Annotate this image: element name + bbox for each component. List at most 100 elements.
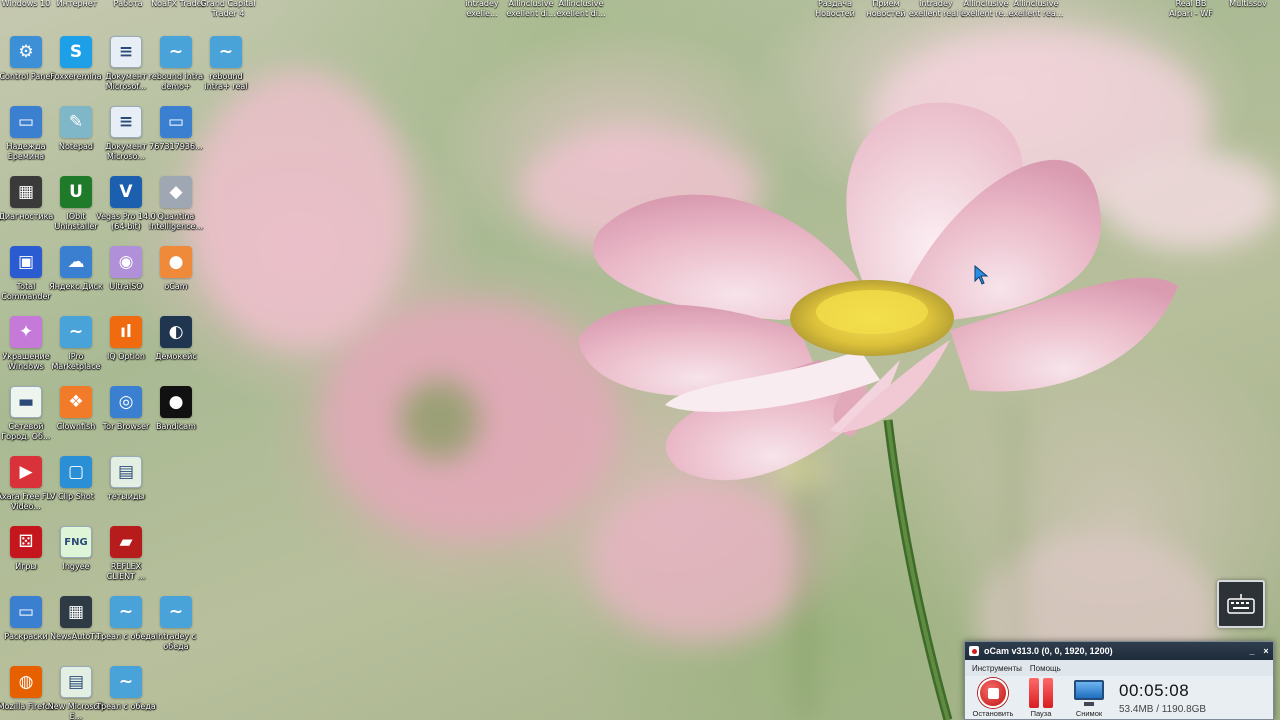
- desktop-shortcut-label[interactable]: Allinclusive exellent di...: [553, 0, 609, 19]
- clownfish-icon: ❖: [60, 386, 92, 418]
- disc-icon: ◉: [110, 246, 142, 278]
- reflex-icon: ▰: [110, 526, 142, 558]
- trading-terminal-icon: ~: [110, 666, 142, 698]
- desktop-icon[interactable]: ⚄ Игры: [0, 524, 52, 590]
- desktop-icon[interactable]: S Foxxeremina: [50, 34, 102, 100]
- ipro-icon: ~: [60, 316, 92, 348]
- desktop-shortcut-label[interactable]: NoaFX Trader: [150, 0, 206, 9]
- desktop-icon[interactable]: ▤ New Microsoft E...: [48, 664, 104, 720]
- spreadsheet-icon: ▤: [60, 666, 92, 698]
- desktop-icon[interactable]: ▰ REFLEX CLIENT ...: [100, 524, 152, 590]
- desktop-icon[interactable]: ▬ Сетевой Город. Об...: [0, 384, 52, 450]
- desktop-shortcut-label[interactable]: Real BB Alpari - WF: [1163, 0, 1219, 19]
- desktop-shortcut-label[interactable]: Multissov: [1220, 0, 1276, 9]
- desktop-icon[interactable]: ~ Треал с обеда: [96, 594, 156, 660]
- desktop-icon[interactable]: ◍ Mozilla Firefox: [0, 664, 54, 720]
- menu-tools[interactable]: Инструменты: [972, 664, 1022, 673]
- desktop-icon-label: intradey с обеда: [155, 632, 197, 651]
- trading-terminal-icon: ~: [160, 596, 192, 628]
- floating-keyboard-widget[interactable]: [1217, 580, 1265, 628]
- crystal-icon: ✦: [10, 316, 42, 348]
- uninstaller-icon: U: [60, 176, 92, 208]
- desktop-icon[interactable]: ▭ 767317936...: [149, 104, 203, 170]
- desktop-icon-label: тетыиды: [107, 492, 145, 501]
- spreadsheet-icon: ▤: [110, 456, 142, 488]
- desktop-icon-label: rebound intra+ real: [204, 72, 248, 91]
- desktop-icon[interactable]: ☁ Яндекс.Диск: [49, 244, 103, 310]
- ocam-title-bar[interactable]: oCam v313.0 (0, 0, 1920, 1200) _ ×: [965, 642, 1273, 660]
- desktop-icon[interactable]: ~ iPro Marketplace: [50, 314, 102, 380]
- desktop-shortcut-label[interactable]: Интернет: [49, 0, 105, 9]
- desktop-shortcut-label[interactable]: Работа: [100, 0, 156, 9]
- desktop-icon[interactable]: ~ Треал с обеда: [96, 664, 156, 720]
- quantina-icon: ◆: [160, 176, 192, 208]
- network-city-icon: ▬: [10, 386, 42, 418]
- desktop-icon[interactable]: ▢ Clip Shot: [50, 454, 102, 520]
- ocam-icon: ●: [160, 246, 192, 278]
- desktop-icon[interactable]: V Vegas Pro 14.0 (64-bit): [96, 174, 156, 240]
- desktop-icon-label: Quantina Intelligence...: [148, 212, 204, 231]
- chip-icon: ▦: [10, 176, 42, 208]
- desktop-shortcut-label[interactable]: Allinclusive exellent re...: [958, 0, 1014, 19]
- desktop-icon[interactable]: ◎ Tor Browser: [100, 384, 152, 450]
- desktop-icon[interactable]: ● Bandicam: [150, 384, 202, 450]
- desktop-icon[interactable]: ▭ Надежда Еремина: [0, 104, 52, 170]
- desktop-icon[interactable]: ▦ Диагностика: [0, 174, 53, 240]
- desktop-icon[interactable]: ⚙ Control Panel: [0, 34, 53, 100]
- desktop-icon[interactable]: ~ rebound intra+ real: [200, 34, 252, 100]
- desktop-icon-label: Демокейс: [155, 352, 197, 361]
- minimize-button[interactable]: _: [1245, 646, 1259, 656]
- desktop-shortcut-label[interactable]: Allinclusive exellent rea...: [1008, 0, 1064, 19]
- desktop-icon[interactable]: ≡ Документ Microso...: [100, 104, 152, 170]
- desktop-icon[interactable]: ❖ Clownfish: [50, 384, 102, 450]
- yandex-disk-icon: ☁: [60, 246, 92, 278]
- desktop-shortcut-label[interactable]: Allinclusive exellent di...: [503, 0, 559, 19]
- desktop-shortcut-label[interactable]: intradey exellent real i: [908, 0, 964, 19]
- close-button[interactable]: ×: [1259, 646, 1273, 656]
- desktop-icon[interactable]: ✎ Notepad: [50, 104, 102, 170]
- desktop-shortcut-label[interactable]: Windows 10: [0, 0, 54, 9]
- snapshot-label: Снимок: [1075, 709, 1103, 718]
- clipshot-icon: ▢: [60, 456, 92, 488]
- desktop-icon[interactable]: FNG Ingyee: [50, 524, 102, 590]
- mouse-cursor-icon: [974, 265, 989, 285]
- document-icon: ≡: [110, 106, 142, 138]
- desktop-icon[interactable]: ● oCam: [150, 244, 202, 310]
- desktop-shortcut-label[interactable]: Прием новостей: [858, 0, 914, 19]
- desktop-icon[interactable]: ıl IQ Option: [100, 314, 152, 380]
- monitor-icon: [1073, 678, 1105, 708]
- pause-button[interactable]: Пауза: [1017, 678, 1065, 718]
- control-panel-icon: ⚙: [10, 36, 42, 68]
- folder-icon: ▭: [10, 596, 42, 628]
- desktop-icon[interactable]: ◐ Демокейс: [150, 314, 202, 380]
- menu-help[interactable]: Помощь: [1030, 664, 1061, 673]
- desktop-icon[interactable]: ▶ Axara Free FLV Video...: [0, 454, 56, 520]
- vegas-icon: V: [110, 176, 142, 208]
- desktop-icon[interactable]: ▣ Total Commander: [0, 244, 52, 310]
- desktop-icon[interactable]: ▤ тетыиды: [100, 454, 152, 520]
- ocam-title: oCam v313.0 (0, 0, 1920, 1200): [984, 646, 1113, 656]
- desktop-icon-label: REFLEX CLIENT ...: [106, 562, 146, 581]
- desktop-icon[interactable]: ◆ Quantina Intelligence...: [149, 174, 203, 240]
- snapshot-button[interactable]: Снимок: [1065, 678, 1113, 718]
- desktop-shortcut-label[interactable]: Раздача Новостей: [807, 0, 863, 19]
- tor-browser-icon: ◎: [110, 386, 142, 418]
- desktop-icon[interactable]: ◉ UltraISO: [100, 244, 152, 310]
- trading-terminal-icon: ~: [160, 36, 192, 68]
- desktop-icon[interactable]: ≡ Документ Microsof...: [100, 34, 152, 100]
- desktop-icon[interactable]: ▦ NewsAutoT...: [50, 594, 102, 660]
- desktop-icon[interactable]: U IObit Uninstaller: [50, 174, 102, 240]
- desktop-icon[interactable]: ~ intradey с обеда: [150, 594, 202, 660]
- desktop-shortcut-label[interactable]: Grand Capital Trader 4: [200, 0, 256, 19]
- stop-label: Остановить: [972, 709, 1014, 718]
- desktop-icon[interactable]: ✦ Украшение Windows: [0, 314, 52, 380]
- notepad-icon: ✎: [60, 106, 92, 138]
- file-size: 53.4MB / 1190.8GB: [1119, 704, 1207, 715]
- ocam-window[interactable]: oCam v313.0 (0, 0, 1920, 1200) _ × Инстр…: [964, 641, 1274, 720]
- desktop-icon[interactable]: ~ rebound intra demo+: [149, 34, 203, 100]
- desktop-shortcut-label[interactable]: intradey exelle...: [454, 0, 510, 19]
- stop-button[interactable]: Остановить: [969, 678, 1017, 718]
- desktop-icon[interactable]: ▭ Раскраски: [0, 594, 52, 660]
- trading-terminal-icon: ~: [110, 596, 142, 628]
- pause-icon: [1026, 678, 1056, 708]
